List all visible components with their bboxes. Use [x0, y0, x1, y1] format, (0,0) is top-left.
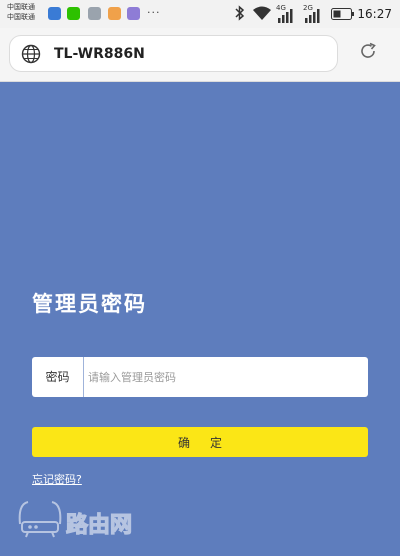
password-label: 密码 — [32, 357, 84, 397]
gallery-icon — [88, 7, 101, 20]
more-notifications: ··· — [147, 6, 161, 19]
carrier-1: 中国联通 — [7, 3, 35, 11]
address-bar[interactable]: TL-WR886N — [9, 35, 338, 72]
wifi-icon — [253, 6, 271, 20]
watermark-text: 路由网 — [66, 512, 132, 538]
password-field[interactable]: 密码 — [32, 357, 368, 397]
app-icon — [108, 7, 121, 20]
blue-app-icon — [48, 7, 61, 20]
carrier-2: 中国联通 — [7, 13, 35, 21]
forgot-password-link[interactable]: 忘记密码? — [32, 471, 82, 487]
wechat-icon — [67, 7, 80, 20]
reload-icon[interactable] — [358, 41, 378, 61]
bluetooth-icon — [235, 5, 245, 21]
router-icon — [18, 501, 62, 538]
password-input[interactable] — [88, 363, 360, 391]
status-bar: 中国联通 中国联通 ··· 4G 2G 16:27 — [0, 0, 400, 28]
url-text: TL-WR886N — [54, 46, 145, 62]
confirm-button[interactable]: 确定 — [32, 427, 368, 457]
signal-icon-2 — [305, 9, 320, 23]
page-title: 管理员密码 — [32, 292, 147, 316]
signal-icon-1 — [278, 9, 293, 23]
globe-icon — [21, 44, 41, 64]
carrier-info: 中国联通 中国联通 — [7, 2, 35, 22]
watermark-logo: 路由网 — [18, 501, 133, 539]
purple-app-icon — [127, 7, 140, 20]
battery-icon — [331, 8, 354, 20]
browser-toolbar: TL-WR886N — [0, 28, 400, 82]
clock: 16:27 — [357, 7, 392, 21]
